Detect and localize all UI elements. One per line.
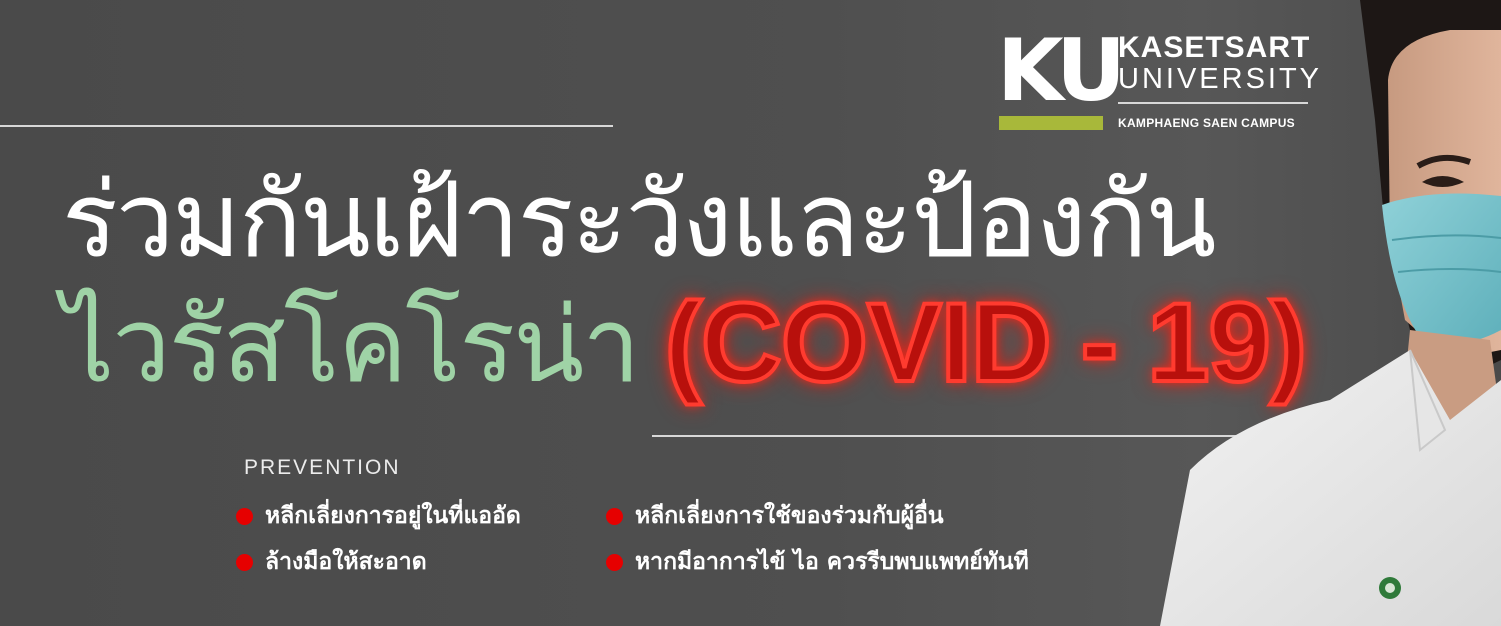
headline-line1: ร่วมกันเฝ้าระวังและป้องกัน [62, 159, 1217, 281]
red-bullet-icon [236, 507, 253, 525]
ku-logo-accent-bar [999, 116, 1103, 130]
red-bullet-icon [236, 553, 253, 571]
covid-banner: KU KASETSART UNIVERSITY KAMPHAENG SAEN C… [0, 0, 1501, 626]
prevention-tip: หลีกเลี่ยงการอยู่ในที่แออัด [236, 501, 521, 531]
headline-virus-name: ไวรัสโคโรน่า [62, 284, 641, 406]
red-bullet-icon [606, 553, 623, 571]
prevention-tip: หลีกเลี่ยงการใช้ของร่วมกับผู้อื่น [606, 501, 944, 531]
prevention-title: PREVENTION [244, 456, 401, 479]
ku-logo-mark: KU [997, 21, 1126, 121]
prevention-tip: หากมีอาการไข้ ไอ ควรรีบพบแพทย์ทันที [606, 547, 1029, 577]
prevention-tip-text: ล้างมือให้สะอาด [265, 549, 427, 575]
masked-person-illustration [1160, 0, 1501, 626]
prevention-tip-text: หลีกเลี่ยงการอยู่ในที่แออัด [265, 503, 521, 529]
prevention-tip-text: หากมีอาการไข้ ไอ ควรรีบพบแพทย์ทันที [635, 549, 1029, 575]
headline-line2: ไวรัสโคโรน่า (COVID - 19) [62, 281, 1309, 406]
red-bullet-icon [606, 507, 623, 525]
prevention-tip: ล้างมือให้สะอาด [236, 547, 427, 577]
prevention-tip-text: หลีกเลี่ยงการใช้ของร่วมกับผู้อื่น [635, 503, 944, 529]
top-divider-line [0, 125, 613, 127]
